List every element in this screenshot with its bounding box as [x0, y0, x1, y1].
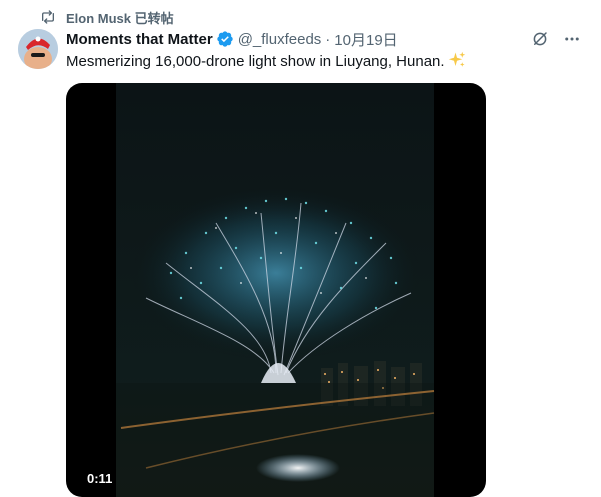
video-duration: 0:11	[83, 469, 117, 489]
repost-icon	[40, 9, 56, 25]
more-icon[interactable]	[563, 30, 581, 48]
repost-label: Elon Musk 已转帖	[66, 10, 174, 26]
avatar-image	[18, 29, 58, 69]
video-frame	[116, 83, 435, 497]
verified-badge-icon[interactable]	[216, 30, 234, 48]
avatar[interactable]	[18, 29, 58, 69]
tweet-header: Moments that Matter @_fluxfeeds · 10月19日	[66, 29, 601, 49]
grok-icon[interactable]	[531, 30, 549, 48]
separator-dot: ·	[325, 30, 331, 48]
repost-indicator[interactable]: Elon Musk 已转帖	[40, 7, 174, 27]
header-actions	[531, 29, 581, 49]
author-handle[interactable]: @_fluxfeeds	[238, 31, 322, 48]
sparkles-icon	[448, 51, 466, 75]
author-name[interactable]: Moments that Matter	[66, 31, 213, 48]
timestamp[interactable]: 10月19日	[334, 29, 397, 50]
tweet-body: Mesmerizing 16,000-drone light show in L…	[66, 53, 445, 70]
video-player[interactable]: 0:11	[66, 83, 486, 497]
tweet-text: Mesmerizing 16,000-drone light show in L…	[66, 51, 466, 75]
